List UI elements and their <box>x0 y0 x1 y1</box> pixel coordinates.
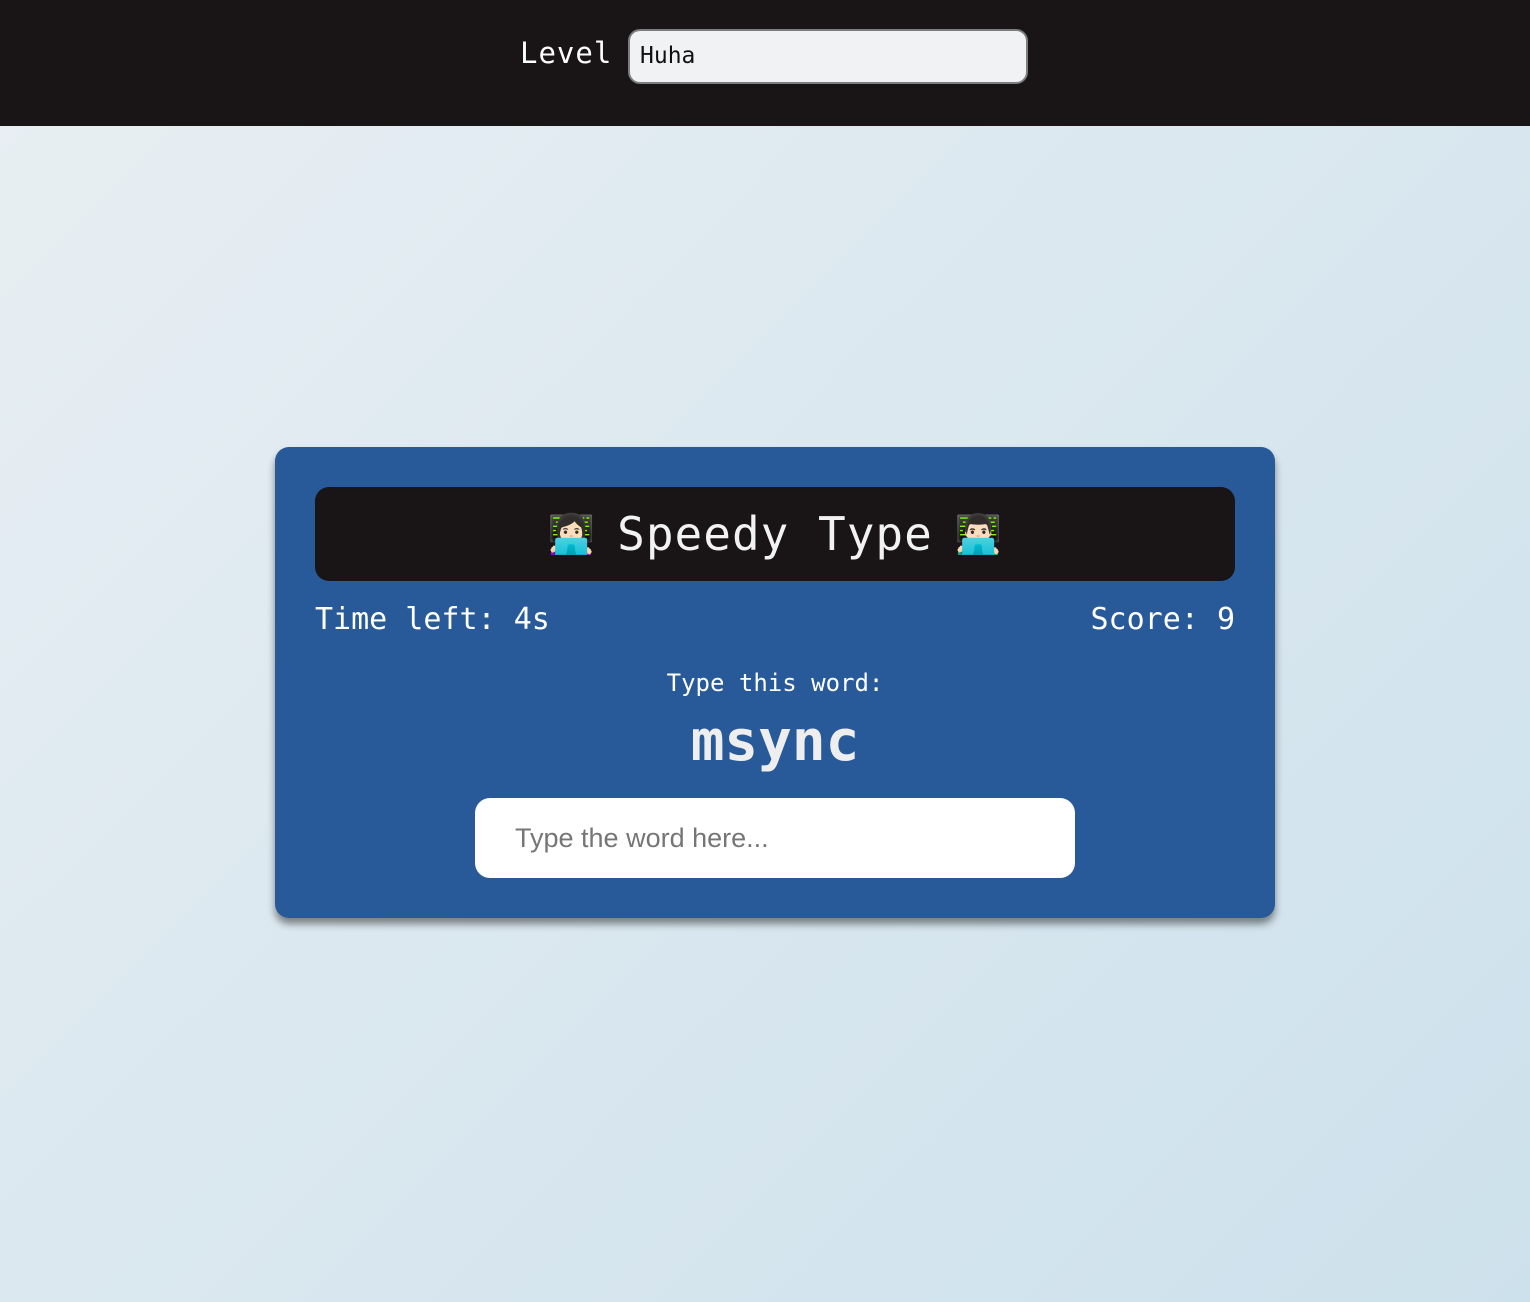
word-prompt: Type this word: <box>666 669 884 697</box>
score-value: 9 <box>1216 602 1235 637</box>
top-bar: Level Huha <box>0 0 1530 126</box>
time-left: Time left: 4s <box>315 602 550 637</box>
level-label: Level <box>520 36 613 70</box>
score: Score: 9 <box>1091 602 1236 637</box>
word-input[interactable] <box>475 798 1075 878</box>
man-technologist-icon: 👨🏻‍💻 <box>954 512 1003 556</box>
title-bar: 👩🏻‍💻 Speedy Type 👨🏻‍💻 <box>315 487 1235 581</box>
score-label: Score: <box>1090 602 1199 637</box>
level-select[interactable]: Huha <box>628 29 1028 84</box>
time-left-label: Time left: <box>315 602 496 637</box>
game-card: 👩🏻‍💻 Speedy Type 👨🏻‍💻 Time left: 4s Scor… <box>275 447 1275 918</box>
current-word: msync <box>690 709 860 774</box>
game-title: Speedy Type <box>617 507 933 561</box>
woman-technologist-icon: 👩🏻‍💻 <box>547 512 596 556</box>
time-left-value: 4s <box>513 602 550 637</box>
